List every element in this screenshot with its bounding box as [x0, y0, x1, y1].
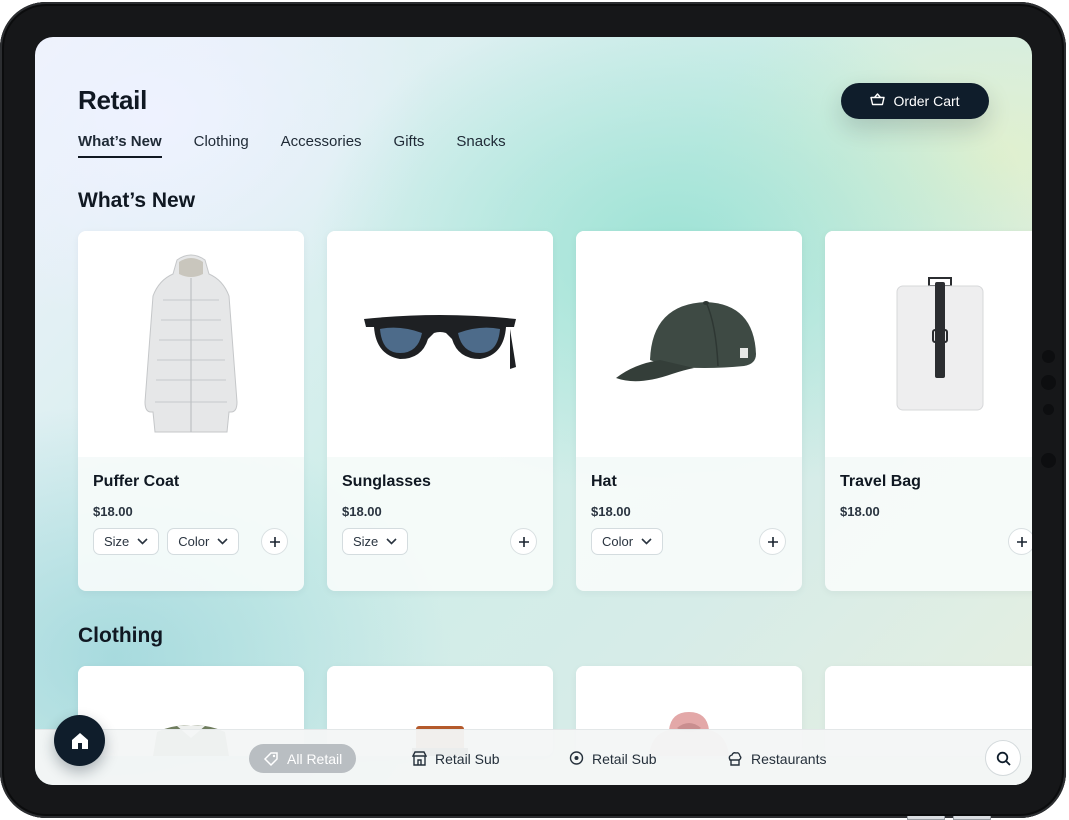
home-button[interactable] [54, 715, 105, 766]
add-to-cart-button[interactable] [510, 528, 537, 555]
color-select-label: Color [602, 534, 634, 549]
add-to-cart-button[interactable] [1008, 528, 1032, 555]
nav-item-retail-sub[interactable]: Retail Sub [412, 744, 500, 773]
tab-accessories[interactable]: Accessories [281, 133, 362, 158]
product-price: $18.00 [591, 504, 631, 519]
chevron-down-icon [641, 538, 652, 545]
order-cart-button[interactable]: Order Cart [841, 83, 989, 119]
plus-icon [1016, 536, 1027, 547]
home-icon [71, 732, 88, 749]
side-button [1042, 350, 1055, 363]
nav-item-label: All Retail [287, 750, 343, 767]
tablet-frame: Retail What’s New Clothing Accessories G… [0, 2, 1066, 820]
product-price: $18.00 [93, 504, 133, 519]
chevron-down-icon [386, 538, 397, 545]
product-name: Puffer Coat [93, 473, 180, 490]
edge-button [953, 816, 991, 820]
nav-item-label: Restaurants [751, 750, 827, 767]
plus-icon [518, 536, 529, 547]
tab-snacks[interactable]: Snacks [456, 133, 505, 158]
nav-item-restaurants[interactable]: Restaurants [727, 744, 826, 773]
search-button[interactable] [985, 740, 1021, 776]
store-icon [412, 751, 427, 766]
product-name: Travel Bag [840, 473, 921, 490]
size-select-label: Size [104, 534, 130, 549]
puffer-coat-image [78, 231, 304, 457]
tab-clothing[interactable]: Clothing [194, 133, 249, 158]
edge-button [907, 816, 945, 820]
nav-item-retail-sub-location[interactable]: Retail Sub [569, 744, 657, 773]
product-card[interactable]: Travel Bag $18.00 [825, 231, 1032, 591]
search-icon [996, 751, 1011, 766]
chevron-down-icon [217, 538, 228, 545]
tab-whats-new[interactable]: What’s New [78, 133, 162, 158]
size-select[interactable]: Size [93, 528, 160, 555]
product-price: $18.00 [840, 504, 880, 519]
nav-item-label: Retail Sub [435, 750, 500, 767]
category-tabs: What’s New Clothing Accessories Gifts Sn… [78, 133, 506, 158]
section-title-clothing: Clothing [78, 624, 164, 647]
page-title: Retail [78, 85, 148, 115]
location-pin-icon [569, 751, 584, 765]
nav-item-label: Retail Sub [592, 750, 657, 767]
product-price: $18.00 [342, 504, 382, 519]
product-name: Sunglasses [342, 473, 431, 490]
add-to-cart-button[interactable] [261, 528, 288, 555]
plus-icon [767, 536, 778, 547]
bottom-nav: All Retail Retail Sub Retail Sub Restaur… [35, 729, 1032, 785]
sunglasses-image [327, 231, 553, 457]
hat-image [576, 231, 802, 457]
side-button [1041, 375, 1056, 390]
travel-bag-image [825, 231, 1032, 457]
color-select[interactable]: Color [591, 528, 664, 555]
product-name: Hat [591, 473, 617, 490]
tag-icon [263, 751, 278, 766]
plus-icon [269, 536, 280, 547]
size-select[interactable]: Size [342, 528, 409, 555]
tab-gifts[interactable]: Gifts [394, 133, 425, 158]
section-title-whats-new: What’s New [78, 189, 196, 212]
side-button [1041, 453, 1056, 468]
product-card[interactable]: Puffer Coat $18.00 Size Color [78, 231, 304, 591]
product-card[interactable]: Hat $18.00 Color [576, 231, 802, 591]
color-select-label: Color [178, 534, 210, 549]
side-button [1043, 404, 1054, 415]
chef-icon [728, 751, 742, 766]
color-select[interactable]: Color [167, 528, 240, 555]
order-cart-label: Order Cart [893, 93, 960, 109]
nav-item-all-retail[interactable]: All Retail [249, 744, 357, 773]
size-select-label: Size [353, 534, 379, 549]
chevron-down-icon [137, 538, 148, 545]
app-screen: Retail What’s New Clothing Accessories G… [35, 37, 1032, 785]
product-card[interactable]: Sunglasses $18.00 Size [327, 231, 553, 591]
add-to-cart-button[interactable] [759, 528, 786, 555]
basket-icon [870, 93, 886, 109]
